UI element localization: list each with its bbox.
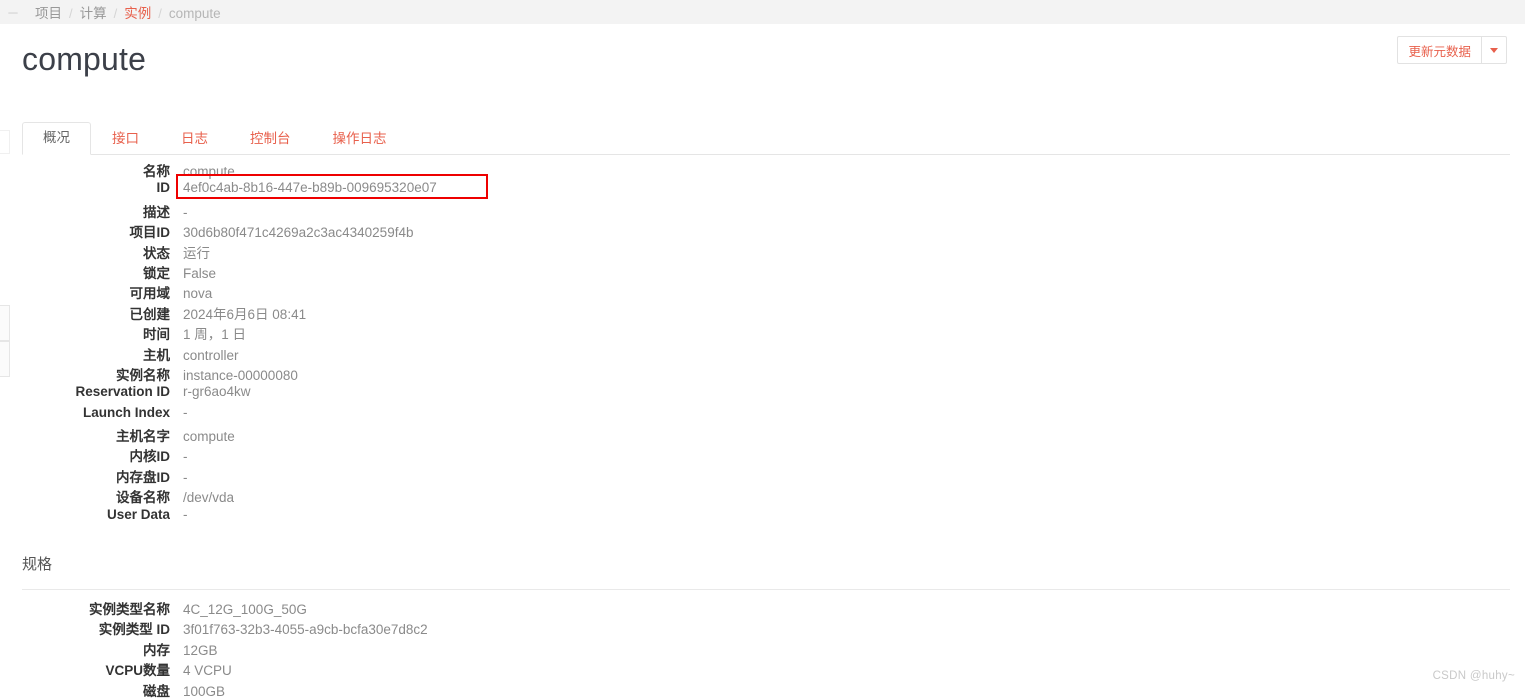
tab-console[interactable]: 控制台	[229, 123, 312, 155]
breadcrumb-item-project[interactable]: 项目	[35, 2, 62, 22]
detail-label: Reservation ID	[75, 384, 170, 400]
breadcrumb-separator: /	[158, 6, 162, 21]
detail-value: -	[183, 469, 188, 485]
tab-log[interactable]: 日志	[160, 123, 229, 155]
detail-row: Reservation ID r-gr6ao4kw	[0, 384, 1525, 404]
detail-value: 100GB	[183, 683, 226, 699]
detail-value-status: 运行	[183, 245, 210, 261]
update-metadata-button[interactable]: 更新元数据	[1397, 36, 1481, 64]
detail-row: 时间 1 周，1 日	[0, 323, 1525, 343]
detail-label: Launch Index	[82, 404, 170, 420]
detail-value-id: 4ef0c4ab-8b16-447e-b89b-009695320e07	[183, 180, 437, 196]
chevron-down-icon	[1490, 47, 1498, 53]
breadcrumb-item-instances[interactable]: 实例	[124, 2, 151, 22]
detail-label: 实例类型 ID	[98, 622, 170, 638]
detail-value: 30d6b80f471c4269a2c3ac4340259f4b	[183, 225, 414, 241]
tab-action-log[interactable]: 操作日志	[312, 123, 408, 155]
detail-label: VCPU数量	[105, 663, 170, 679]
detail-label: 实例名称	[116, 367, 170, 383]
detail-label: 可用域	[129, 286, 171, 302]
breadcrumb-separator: /	[113, 6, 118, 21]
detail-row: 名称 compute	[0, 160, 1525, 180]
detail-label: 内存盘ID	[116, 469, 170, 485]
detail-row: Launch Index -	[0, 405, 1525, 425]
flavor-panel: 实例类型名称 4C_12G_100G_50G 实例类型 ID 3f01f763-32…	[0, 598, 1525, 700]
detail-row: User Data -	[0, 507, 1525, 527]
detail-value: controller	[183, 347, 239, 363]
detail-label: 设备名称	[116, 490, 170, 506]
detail-value: 2024年6月6日 08:41	[183, 306, 307, 322]
detail-row: 描述 -	[0, 201, 1525, 221]
detail-value: -	[183, 506, 188, 522]
detail-label: 描述	[143, 204, 170, 220]
detail-value: instance-00000080	[183, 367, 298, 383]
detail-tabs: 概况 接口 日志 控制台 操作日志	[22, 121, 1510, 155]
detail-value: 4C_12G_100G_50G	[183, 602, 307, 617]
detail-value: -	[183, 449, 188, 465]
detail-label: ID	[156, 180, 171, 196]
detail-value: 4 VCPU	[183, 663, 232, 679]
breadcrumb-separator: /	[69, 6, 73, 21]
breadcrumb-bar: ─ 项目 / 计算 / 实例 / compute	[0, 0, 1525, 24]
detail-row: 实例类型 ID 3f01f763-32b3-4055-a9cb-bcfa30e7d…	[0, 618, 1525, 638]
detail-row: 内存 12GB	[0, 639, 1525, 659]
detail-label: 主机名字	[116, 429, 170, 445]
detail-value: 1 周，1 日	[183, 327, 247, 343]
page-title: compute	[22, 41, 147, 77]
page-header: compute 更新元数据	[0, 24, 1525, 110]
detail-row: 主机名字 compute	[0, 425, 1525, 445]
detail-value: False	[183, 265, 217, 281]
detail-row: 主机 controller	[0, 344, 1525, 364]
detail-label: 内存	[143, 642, 170, 658]
detail-label: 时间	[143, 327, 170, 343]
detail-value: nova	[183, 286, 213, 302]
detail-value: -	[183, 204, 188, 220]
sidebar-sliver-top	[0, 130, 10, 154]
detail-label: 磁盘	[143, 683, 170, 699]
detail-row: 内核ID -	[0, 445, 1525, 465]
detail-row: 实例名称 instance-00000080	[0, 364, 1525, 384]
actions-dropdown-toggle[interactable]	[1481, 36, 1507, 64]
flavor-section-heading: 规格	[22, 556, 53, 573]
watermark: CSDN @huhy~	[1432, 670, 1515, 682]
detail-row: 已创建 2024年6月6日 08:41	[0, 303, 1525, 323]
detail-label: 已创建	[129, 306, 171, 322]
breadcrumb-item-current: compute	[168, 6, 221, 21]
detail-label: 主机	[143, 347, 170, 363]
detail-value: /dev/vda	[183, 490, 235, 506]
flavor-detail-list: 实例类型名称 4C_12G_100G_50G 实例类型 ID 3f01f763-32…	[0, 598, 1525, 700]
detail-label: 状态	[143, 245, 170, 261]
detail-label: 锁定	[143, 265, 170, 281]
detail-value: 3f01f763-32b3-4055-a9cb-bcfa30e7d8c2	[183, 622, 428, 638]
detail-row: 实例类型名称 4C_12G_100G_50G	[0, 598, 1525, 618]
detail-row: 项目ID 30d6b80f471c4269a2c3ac4340259f4b	[0, 221, 1525, 241]
detail-label: User Data	[106, 506, 170, 522]
flavor-section-divider	[22, 589, 1510, 590]
tab-interfaces[interactable]: 接口	[91, 123, 160, 155]
breadcrumb-item-compute[interactable]: 计算	[80, 2, 107, 22]
detail-value: 12GB	[183, 642, 218, 658]
detail-label: 名称	[143, 164, 170, 179]
detail-row: 设备名称/dev/vda	[0, 486, 1525, 506]
breadcrumb: 项目 / 计算 / 实例 / compute	[35, 2, 221, 22]
detail-row: 可用域 nova	[0, 282, 1525, 302]
tab-overview[interactable]: 概况	[22, 121, 91, 155]
detail-value: -	[183, 404, 188, 420]
detail-row: VCPU数量 4 VCPU	[0, 659, 1525, 679]
detail-label: 实例类型名称	[89, 602, 170, 617]
detail-value: r-gr6ao4kw	[183, 384, 251, 400]
header-actions: 更新元数据	[1397, 36, 1507, 64]
detail-row: 状态 运行	[0, 242, 1525, 262]
detail-row-id: ID 4ef0c4ab-8b16-447e-b89b-009695320e07	[0, 174, 1525, 200]
detail-label: 项目ID	[129, 225, 171, 241]
detail-row: 内存盘ID -	[0, 466, 1525, 486]
detail-row: 锁定 False	[0, 262, 1525, 282]
menu-collapse-icon[interactable]: ─	[2, 6, 24, 19]
detail-value: compute	[183, 429, 235, 445]
instance-overview-panel: 名称 compute ID 4ef0c4ab-8b16-447e-b89b-009…	[0, 160, 1525, 527]
detail-row: 磁盘 100GB	[0, 680, 1525, 700]
instance-detail-list: 名称 compute ID 4ef0c4ab-8b16-447e-b89b-009…	[0, 160, 1525, 527]
detail-label: 内核ID	[129, 449, 171, 465]
detail-value: compute	[183, 164, 235, 179]
